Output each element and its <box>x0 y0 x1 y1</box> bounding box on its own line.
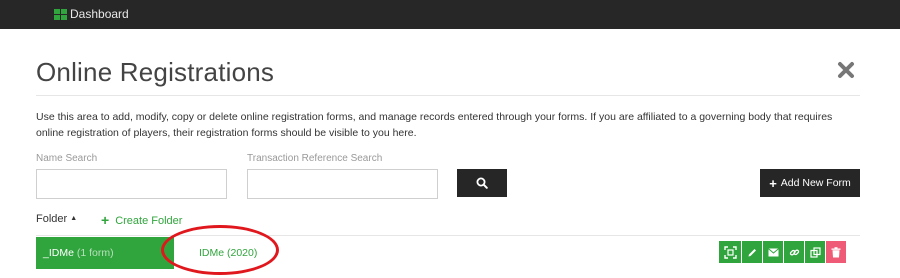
dashboard-link[interactable]: Dashboard <box>70 7 129 21</box>
transaction-search-label: Transaction Reference Search <box>247 153 383 164</box>
link-button[interactable] <box>784 241 804 263</box>
link-icon <box>789 248 799 256</box>
name-search-label: Name Search <box>36 153 98 164</box>
folder-name: _IDMe <box>43 247 74 259</box>
page-title: Online Registrations <box>36 57 275 87</box>
folder-item-idme[interactable]: _IDMe (1 form) <box>36 237 174 269</box>
preview-button[interactable] <box>719 241 741 263</box>
email-button[interactable] <box>763 241 783 263</box>
create-folder-link[interactable]: + Create Folder <box>101 212 182 228</box>
add-new-form-button[interactable]: + Add New Form <box>760 169 860 197</box>
name-search-input[interactable] <box>36 169 227 199</box>
close-icon[interactable] <box>836 60 856 80</box>
dashboard-icon[interactable] <box>54 9 67 20</box>
preview-icon <box>723 245 737 259</box>
trash-icon <box>831 246 841 257</box>
folder-sort-toggle[interactable]: Folder ▲ <box>36 213 77 225</box>
search-button[interactable] <box>457 169 507 197</box>
top-navbar: Dashboard <box>0 0 900 29</box>
copy-icon <box>809 246 821 258</box>
page-description: Use this area to add, modify, copy or de… <box>36 111 833 139</box>
email-icon <box>767 247 779 256</box>
list-divider <box>36 235 860 236</box>
form-link-idme-2020[interactable]: IDMe (2020) <box>199 247 257 259</box>
title-divider <box>36 95 860 96</box>
sort-caret-icon: ▲ <box>70 215 78 222</box>
form-actions <box>719 241 846 263</box>
create-folder-label: Create Folder <box>115 215 183 227</box>
folder-sort-label: Folder <box>36 213 68 225</box>
edit-button[interactable] <box>742 241 762 263</box>
search-icon <box>476 177 488 189</box>
plus-icon: + <box>101 212 110 228</box>
copy-button[interactable] <box>805 241 825 263</box>
delete-button[interactable] <box>826 241 846 263</box>
edit-icon <box>748 248 756 256</box>
add-new-form-label: Add New Form <box>780 177 851 189</box>
transaction-search-input[interactable] <box>247 169 438 199</box>
plus-icon: + <box>769 175 777 191</box>
folder-form-count: (1 form) <box>76 247 114 259</box>
